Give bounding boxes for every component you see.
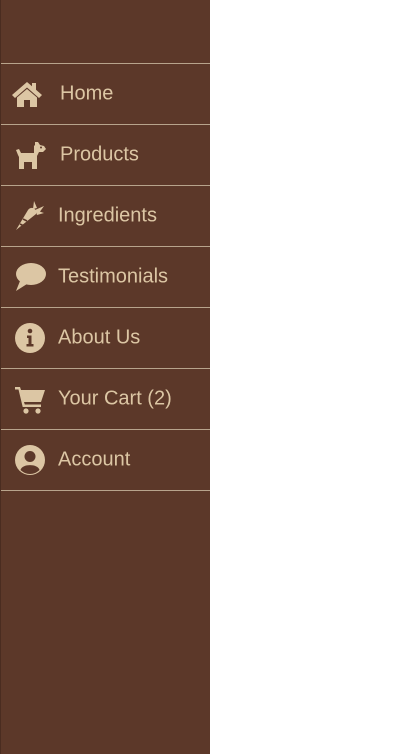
cart-icon: [14, 383, 46, 415]
sidebar-item-account[interactable]: Account: [1, 430, 210, 491]
sidebar-item-label: Ingredients: [58, 204, 157, 227]
sidebar-item-label: Account: [58, 448, 131, 471]
sidebar: Home Products Ingredients Testimonials A…: [0, 0, 210, 754]
sidebar-header: [1, 0, 210, 64]
sidebar-item-ingredients[interactable]: Ingredients: [1, 186, 210, 247]
sidebar-item-cart[interactable]: Your Cart (2): [1, 369, 210, 430]
sidebar-item-label: Home: [60, 82, 114, 105]
sidebar-item-label: Products: [60, 143, 139, 166]
sidebar-item-label: Testimonials: [58, 265, 169, 288]
speech-bubble-icon: [14, 261, 46, 293]
sidebar-item-testimonials[interactable]: Testimonials: [1, 247, 210, 308]
carrot-icon: [14, 200, 46, 232]
home-icon: [11, 78, 43, 110]
sidebar-item-about-us[interactable]: About Us: [1, 308, 210, 369]
sidebar-item-home[interactable]: Home: [1, 64, 210, 125]
user-circle-icon: [14, 444, 46, 476]
sidebar-nav: Home Products Ingredients Testimonials A…: [1, 64, 210, 491]
sidebar-item-label: About Us: [58, 326, 141, 349]
sidebar-item-products[interactable]: Products: [1, 125, 210, 186]
sidebar-item-label: Your Cart (2): [58, 387, 172, 410]
info-icon: [14, 322, 46, 354]
dog-icon: [15, 139, 47, 171]
